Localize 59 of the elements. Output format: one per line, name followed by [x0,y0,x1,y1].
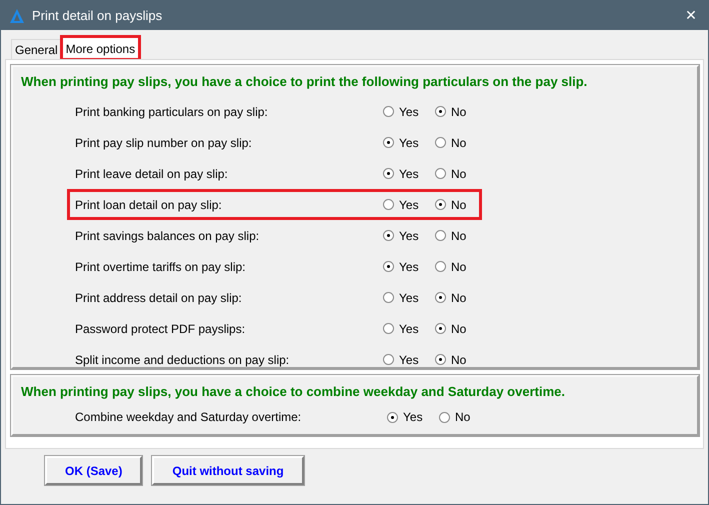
radio-option[interactable]: No [435,166,473,180]
radio-option[interactable]: Yes [383,228,421,242]
radio-button[interactable] [383,137,394,148]
radio-option[interactable]: Yes [383,290,421,304]
radio-button[interactable] [435,292,446,303]
radio-option[interactable]: Yes [383,352,421,366]
radio-button[interactable] [435,323,446,334]
radio-option[interactable]: Yes [383,136,421,150]
option-label: Password protect PDF payslips: [75,322,246,336]
radio-button[interactable] [383,354,394,365]
section-heading: When printing pay slips, you have a choice to print the following particulars on the pay slip. [21,74,588,89]
option-label: Print savings balances on pay slip: [75,228,260,242]
radio-button[interactable] [435,354,446,365]
radio-button[interactable] [435,137,446,148]
radio-button[interactable] [383,323,394,334]
section-heading: When printing pay slips, you have a choice to combine weekday and Saturday overtime. [21,384,566,399]
radio-option[interactable]: No [435,228,473,242]
radio-option[interactable]: No [435,322,473,336]
radio-option[interactable]: No [435,352,473,366]
radio-option[interactable]: No [435,260,473,274]
radio-button[interactable] [435,199,446,210]
option-label: Split income and deductions on pay slip: [75,352,290,366]
dialog-button[interactable]: Quit without saving [152,456,304,485]
tab[interactable]: General [11,39,62,59]
option-label: Print overtime tariffs on pay slip: [75,260,247,274]
option-label: Print address detail on pay slip: [75,290,243,304]
radio-option[interactable]: No [439,410,477,424]
radio-option[interactable]: No [435,104,473,118]
dialog-button[interactable]: OK (Save) [45,456,142,485]
radio-button[interactable] [383,199,394,210]
radio-button[interactable] [383,106,394,117]
radio-option[interactable]: Yes [383,322,421,336]
radio-button[interactable] [387,412,398,422]
radio-button[interactable] [383,292,394,303]
radio-option[interactable]: Yes [383,198,421,212]
radio-option[interactable]: Yes [387,410,425,424]
radio-option[interactable]: Yes [383,166,421,180]
option-label: Print pay slip number on pay slip: [75,136,253,150]
option-label: Print leave detail on pay slip: [75,166,229,180]
radio-button[interactable] [435,168,446,179]
option-label: Print loan detail on pay slip: [75,198,223,212]
radio-button[interactable] [383,230,394,241]
radio-button[interactable] [435,106,446,117]
radio-option[interactable]: No [435,198,473,212]
option-label: Print banking particulars on pay slip: [75,104,269,118]
triangle-logo-icon [9,8,25,24]
radio-button[interactable] [383,261,394,272]
tab[interactable]: More options [62,37,140,59]
radio-option[interactable]: No [435,290,473,304]
window-title: Print detail on payslips [32,8,164,23]
option-label: Combine weekday and Saturday overtime: [75,410,302,424]
radio-button[interactable] [383,168,394,179]
radio-option[interactable]: No [435,136,473,150]
radio-button[interactable] [435,261,446,272]
radio-button[interactable] [435,230,446,241]
close-button[interactable]: ✕ [674,1,708,30]
radio-option[interactable]: Yes [383,260,421,274]
radio-button[interactable] [439,412,450,422]
radio-option[interactable]: Yes [383,104,421,118]
